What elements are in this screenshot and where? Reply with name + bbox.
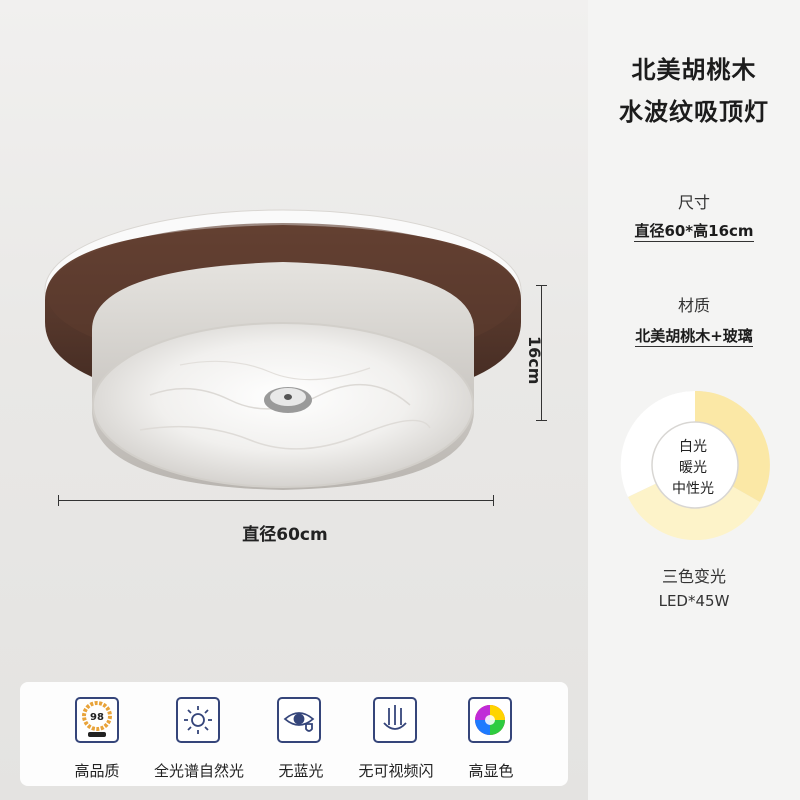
sun-icon [176, 697, 220, 743]
width-dimension-line [58, 495, 494, 506]
size-value: 直径60*高16cm [634, 222, 754, 242]
size-label: 尺寸 [677, 193, 710, 212]
material-value: 北美胡桃木+玻璃 [635, 327, 753, 347]
product-title-line1: 北美胡桃木 [631, 56, 757, 84]
light-mode-white: 白光 [679, 439, 707, 455]
product-title-line2: 水波纹吸顶灯 [619, 98, 769, 126]
cri-98-icon: 98 [75, 697, 119, 743]
cri-value: 98 [90, 712, 104, 723]
ceiling-lamp-image [44, 209, 522, 490]
no-flicker-icon [373, 697, 417, 743]
light-mode-caption: 三色变光 [661, 567, 726, 586]
width-dimension-label: 直径60cm [242, 525, 328, 545]
height-dimension-label: 16cm [525, 336, 544, 385]
light-mode-neutral: 中性光 [672, 481, 714, 497]
power-label: LED*45W [658, 592, 730, 610]
eye-shield-icon [277, 697, 321, 743]
feature-label-high-cri: 高显色 [468, 762, 514, 780]
light-mode-warm: 暖光 [679, 460, 707, 476]
color-wheel-icon [468, 697, 512, 743]
material-label: 材质 [677, 296, 710, 315]
